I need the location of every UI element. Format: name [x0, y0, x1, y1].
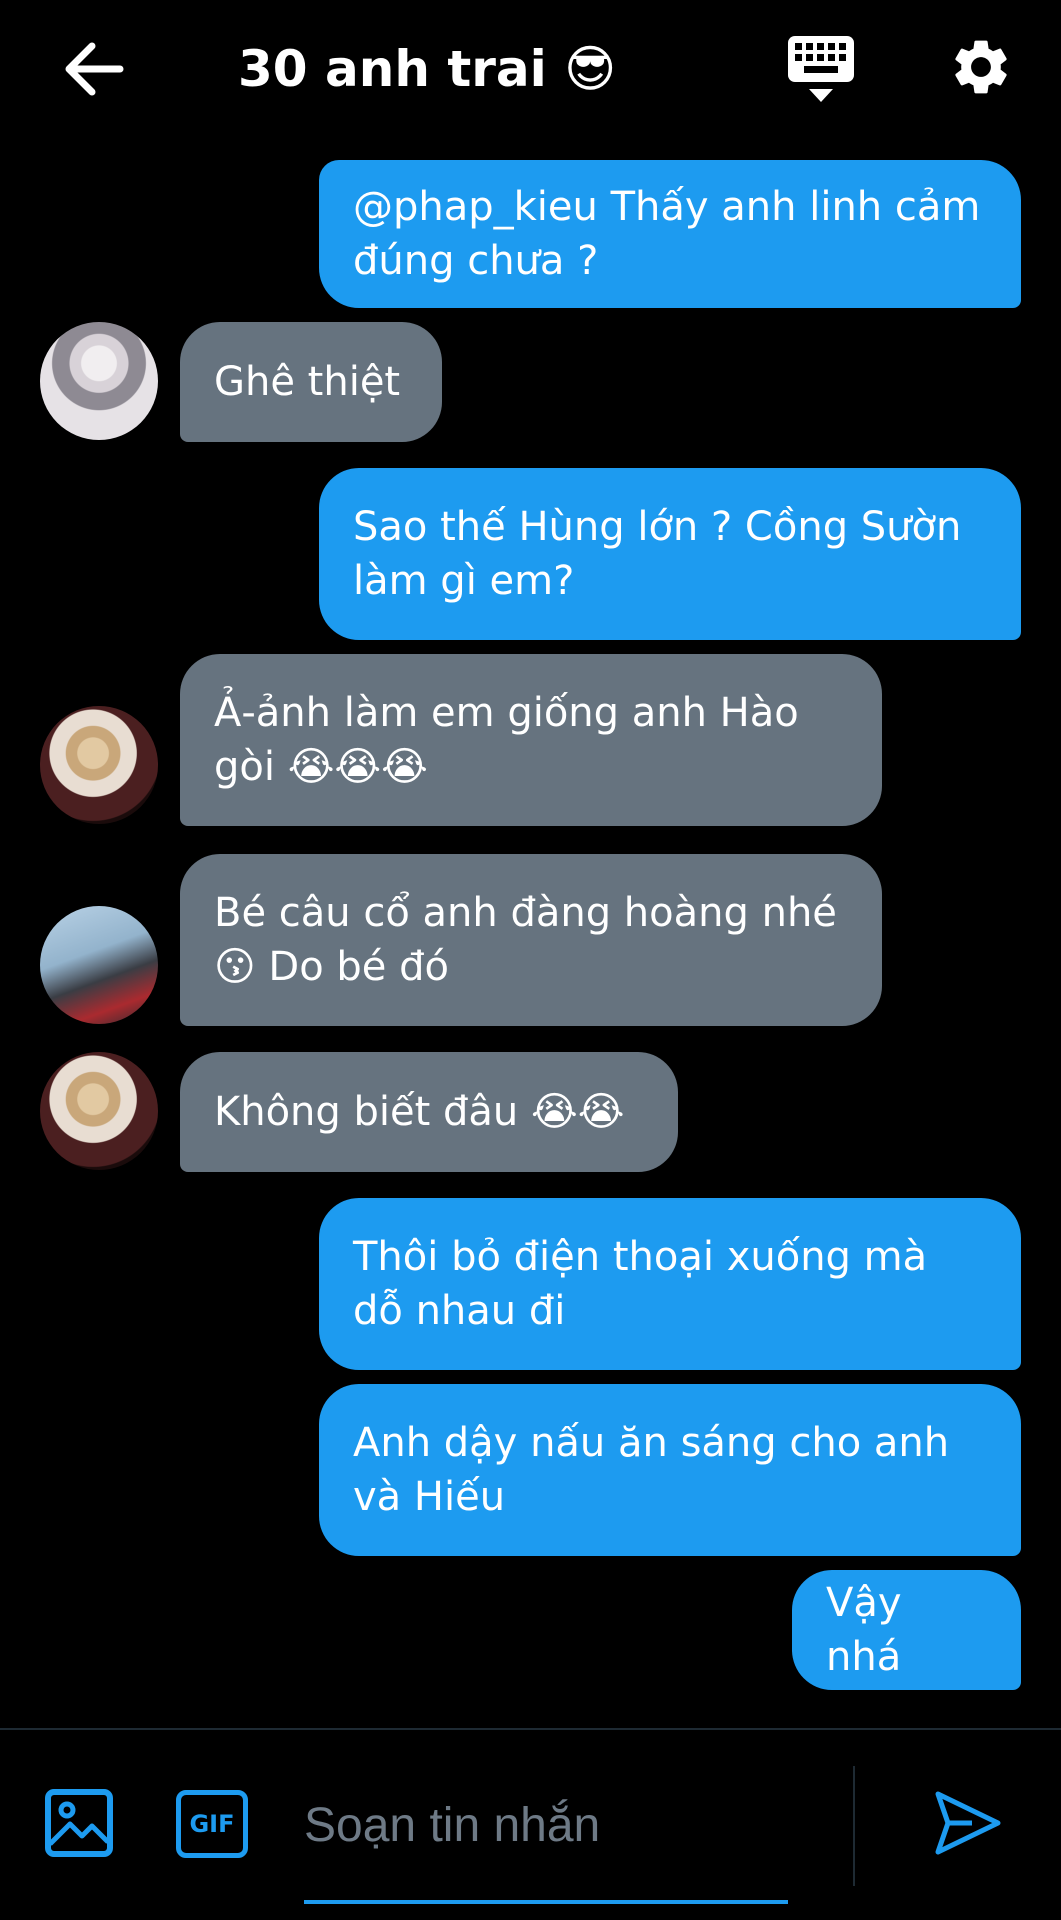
keyboard-icon	[788, 36, 854, 102]
gif-icon: GIF	[189, 1810, 235, 1838]
message-bubble-incoming[interactable]: Ả-ảnh làm em giống anh Hào gòi 😭😭😭	[180, 654, 882, 826]
message-bubble-incoming[interactable]: Ghê thiệt	[180, 322, 442, 442]
input-focus-underline	[304, 1900, 788, 1904]
message-bubble-outgoing[interactable]: Vậy nhá	[792, 1570, 1021, 1690]
send-divider	[853, 1766, 855, 1886]
message-bubble-outgoing[interactable]: Thôi bỏ điện thoại xuống mà dỗ nhau đi	[319, 1198, 1021, 1370]
chat-title[interactable]: 30 anh trai 😎	[238, 36, 616, 102]
message-bubble-incoming[interactable]: Không biết đâu 😭😭	[180, 1052, 678, 1172]
message-bubble-outgoing[interactable]: Anh dậy nấu ăn sáng cho anh và Hiếu	[319, 1384, 1021, 1556]
avatar[interactable]	[40, 906, 158, 1024]
avatar[interactable]	[40, 1052, 158, 1170]
gear-icon	[955, 40, 1007, 94]
avatar[interactable]	[40, 322, 158, 440]
message-list[interactable]: @phap_kieu Thấy anh linh cảm đúng chưa ?…	[0, 140, 1061, 1730]
gif-button[interactable]: GIF	[176, 1790, 248, 1858]
settings-button[interactable]	[948, 34, 1014, 100]
send-button[interactable]	[932, 1788, 1004, 1858]
back-arrow-icon	[65, 42, 124, 96]
avatar[interactable]	[40, 706, 158, 824]
back-button[interactable]	[60, 36, 126, 102]
image-icon	[45, 1789, 113, 1857]
message-input[interactable]	[304, 1790, 784, 1860]
message-bubble-incoming[interactable]: Bé câu cổ anh đàng hoàng nhé 😗 Do bé đó	[180, 854, 882, 1026]
add-image-button[interactable]	[44, 1788, 114, 1858]
message-bubble-outgoing[interactable]: Sao thế Hùng lớn ? Cồng Sườn làm gì em?	[319, 468, 1021, 640]
keyboard-button[interactable]	[786, 34, 856, 106]
chat-header: 30 anh trai 😎	[0, 0, 1061, 140]
message-bubble-outgoing[interactable]: @phap_kieu Thấy anh linh cảm đúng chưa ?	[319, 160, 1021, 308]
send-icon	[935, 1791, 1001, 1855]
